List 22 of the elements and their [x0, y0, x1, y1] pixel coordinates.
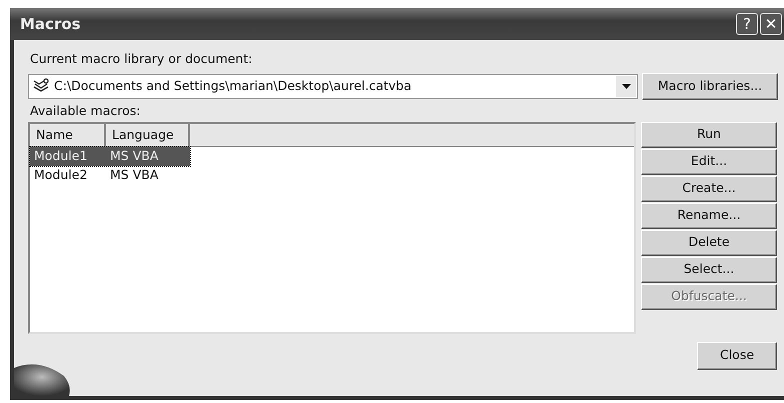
row-text: Module1: [34, 147, 88, 166]
action-button[interactable]: Run: [641, 122, 777, 148]
macro-row[interactable]: Module1 MS VBA: [30, 147, 190, 166]
row-text: Module2: [34, 166, 88, 184]
action-button[interactable]: Rename...: [641, 202, 777, 228]
close-button[interactable]: ✕: [760, 13, 782, 35]
macro-row[interactable]: Module2 MS VBA: [30, 166, 190, 185]
action-button[interactable]: Delete: [641, 230, 777, 256]
row-text: MS VBA: [110, 147, 160, 166]
close-button[interactable]: Close: [697, 342, 777, 370]
library-icon: [32, 78, 50, 94]
window-title: Macros: [20, 14, 82, 35]
row-text: MS VBA: [110, 166, 160, 184]
action-button[interactable]: Create...: [641, 176, 777, 202]
library-dropdown[interactable]: C:\Documents and Settings\marian\Desktop\aurel.catvba: [28, 74, 638, 99]
action-button[interactable]: Select...: [641, 256, 777, 282]
help-button[interactable]: ?: [736, 13, 758, 35]
field-label: Current macro library or document:: [30, 50, 254, 68]
field-label: Available macros:: [30, 102, 142, 120]
action-button[interactable]: Edit...: [641, 148, 777, 174]
macro-libraries-button[interactable]: Macro libraries...: [642, 72, 778, 100]
dropdown-arrow-icon: [622, 84, 630, 89]
